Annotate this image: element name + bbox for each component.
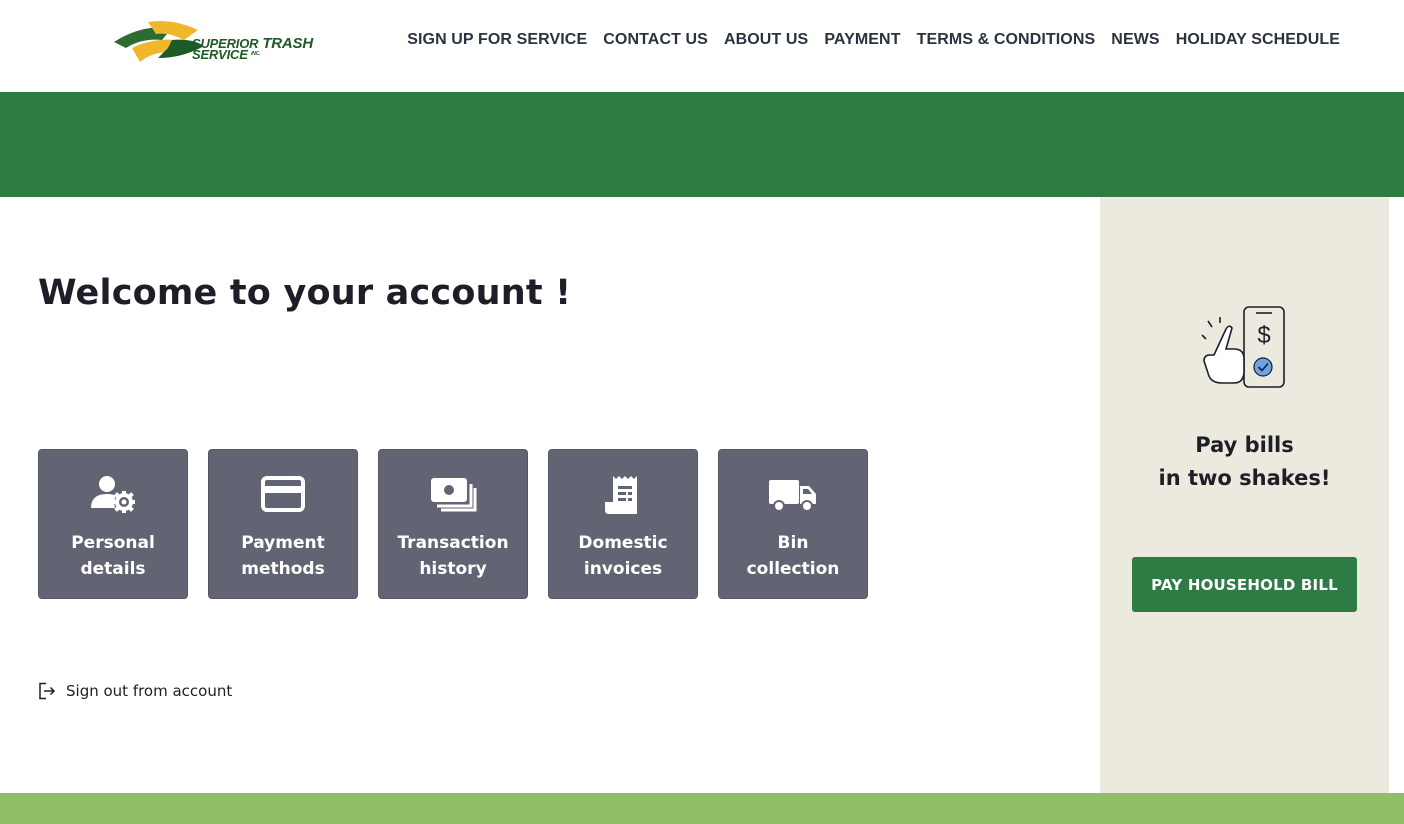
sign-out-label: Sign out from account (66, 682, 233, 700)
truck-icon (769, 474, 817, 516)
tile-payment-methods[interactable]: Payment methods (208, 449, 358, 599)
credit-card-icon (259, 474, 307, 516)
nav-terms-conditions[interactable]: TERMS & CONDITIONS (917, 31, 1096, 49)
tile-transaction-history[interactable]: Transaction history (378, 449, 528, 599)
nav-news[interactable]: NEWS (1111, 31, 1159, 49)
phone-payment-icon: $ (1201, 306, 1285, 388)
logo-wordmark: SUPERIOR TRASH SERVICE INC. (192, 35, 313, 62)
account-tiles: Personal details Payment methods Transac… (38, 449, 868, 599)
pay-household-bill-button[interactable]: PAY HOUSEHOLD BILL (1132, 557, 1357, 612)
account-main: Welcome to your account ! Personal detai… (0, 197, 1100, 793)
user-gear-icon (89, 474, 137, 516)
footer-bar (0, 793, 1404, 824)
tile-bin-collection[interactable]: Bin collection (718, 449, 868, 599)
hero-banner (0, 92, 1404, 197)
nav-holiday-schedule[interactable]: HOLIDAY SCHEDULE (1176, 31, 1340, 49)
svg-text:$: $ (1257, 322, 1270, 349)
nav-sign-up-for-service[interactable]: SIGN UP FOR SERVICE (407, 31, 587, 49)
tile-label: Transaction history (397, 533, 509, 579)
sign-out-icon (39, 682, 56, 700)
tile-label: Bin collection (746, 533, 840, 579)
superior-trash-logo[interactable]: SUPERIOR TRASH SERVICE INC. (112, 18, 362, 66)
receipt-icon (599, 474, 647, 516)
pay-bill-sidebar: $ Pay bills in two shakes! PAY HOUSEHOLD… (1100, 197, 1389, 793)
tile-label: Domestic invoices (578, 533, 668, 579)
site-header: SUPERIOR TRASH SERVICE INC. SIGN UP FOR S… (0, 0, 1404, 92)
money-icon (429, 474, 477, 516)
main-nav: SIGN UP FOR SERVICE CONTACT US ABOUT US … (407, 31, 1340, 49)
nav-contact-us[interactable]: CONTACT US (603, 31, 708, 49)
sign-out-link[interactable]: Sign out from account (38, 682, 232, 700)
pay-bills-heading: Pay bills in two shakes! (1158, 433, 1331, 490)
tile-domestic-invoices[interactable]: Domestic invoices (548, 449, 698, 599)
nav-about-us[interactable]: ABOUT US (724, 31, 808, 49)
logo-swoosh-icon (114, 21, 202, 62)
tile-label: Payment methods (241, 533, 325, 579)
tile-label: Personal details (71, 533, 155, 579)
page-title: Welcome to your account ! (38, 273, 572, 313)
tile-personal-details[interactable]: Personal details (38, 449, 188, 599)
nav-payment[interactable]: PAYMENT (824, 31, 900, 49)
